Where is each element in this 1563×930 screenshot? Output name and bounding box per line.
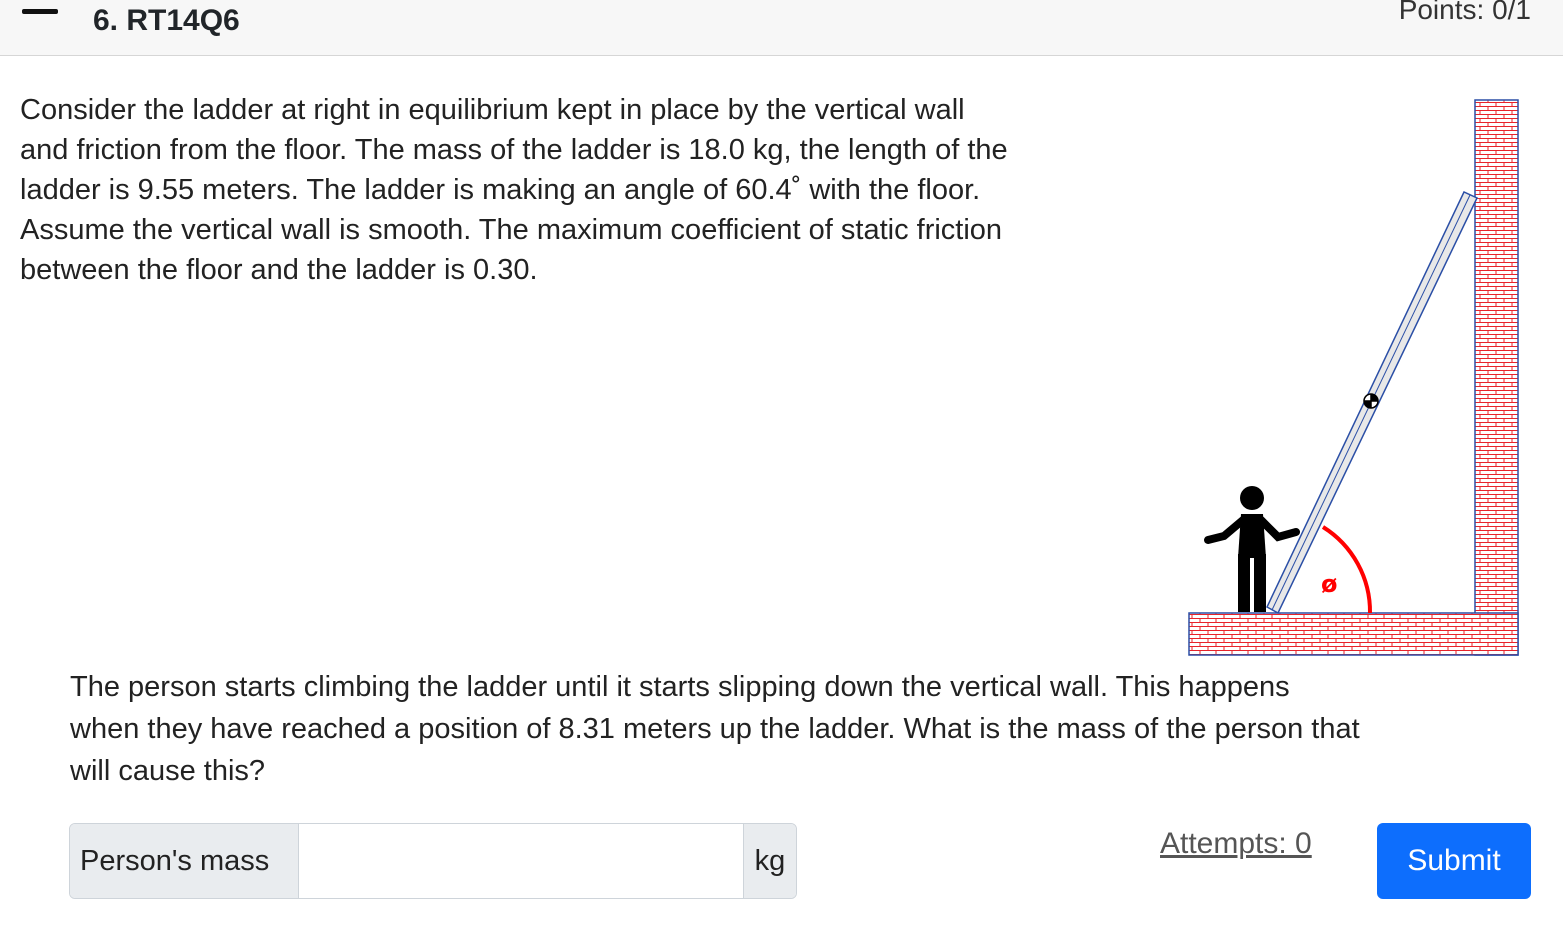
- intro-line: and friction from the floor. The mass of…: [20, 134, 1008, 166]
- answer-label: Person's mass: [70, 824, 299, 898]
- unit-label: kg: [743, 824, 796, 898]
- attempts-counter: Attempts: 0: [1160, 827, 1312, 860]
- question-line: The person starts climbing the ladder un…: [70, 671, 1290, 703]
- answer-input-group: Person's mass kg: [69, 823, 797, 899]
- intro-line: Consider the ladder at right in equilibr…: [20, 94, 965, 126]
- floor: [1188, 612, 1519, 656]
- angle-label: ø: [1321, 570, 1338, 598]
- problem-intro: Consider the ladder at right in equilibr…: [20, 90, 1160, 290]
- vertical-wall: [1474, 99, 1519, 656]
- points-display: Points: 0/1: [1398, 0, 1531, 25]
- submit-button[interactable]: Submit: [1377, 823, 1531, 899]
- question-title: 6. RT14Q6: [93, 4, 240, 37]
- question-line: will cause this?: [70, 755, 266, 787]
- question-line: when they have reached a position of 8.3…: [70, 713, 1360, 745]
- center-of-mass-icon: [1363, 393, 1379, 409]
- persons-mass-input[interactable]: [299, 824, 743, 898]
- intro-line: ladder is 9.55 meters. The ladder is mak…: [20, 174, 981, 206]
- intro-line: between the floor and the ladder is 0.30…: [20, 254, 538, 286]
- intro-line: Assume the vertical wall is smooth. The …: [20, 214, 1003, 246]
- minus-icon[interactable]: [22, 9, 58, 14]
- question-text: The person starts climbing the ladder un…: [70, 666, 1530, 792]
- ladder-diagram: ø: [1188, 99, 1519, 656]
- question-header: 6. RT14Q6 Points: 0/1: [0, 0, 1563, 56]
- ladder-figure: ø: [1180, 90, 1530, 660]
